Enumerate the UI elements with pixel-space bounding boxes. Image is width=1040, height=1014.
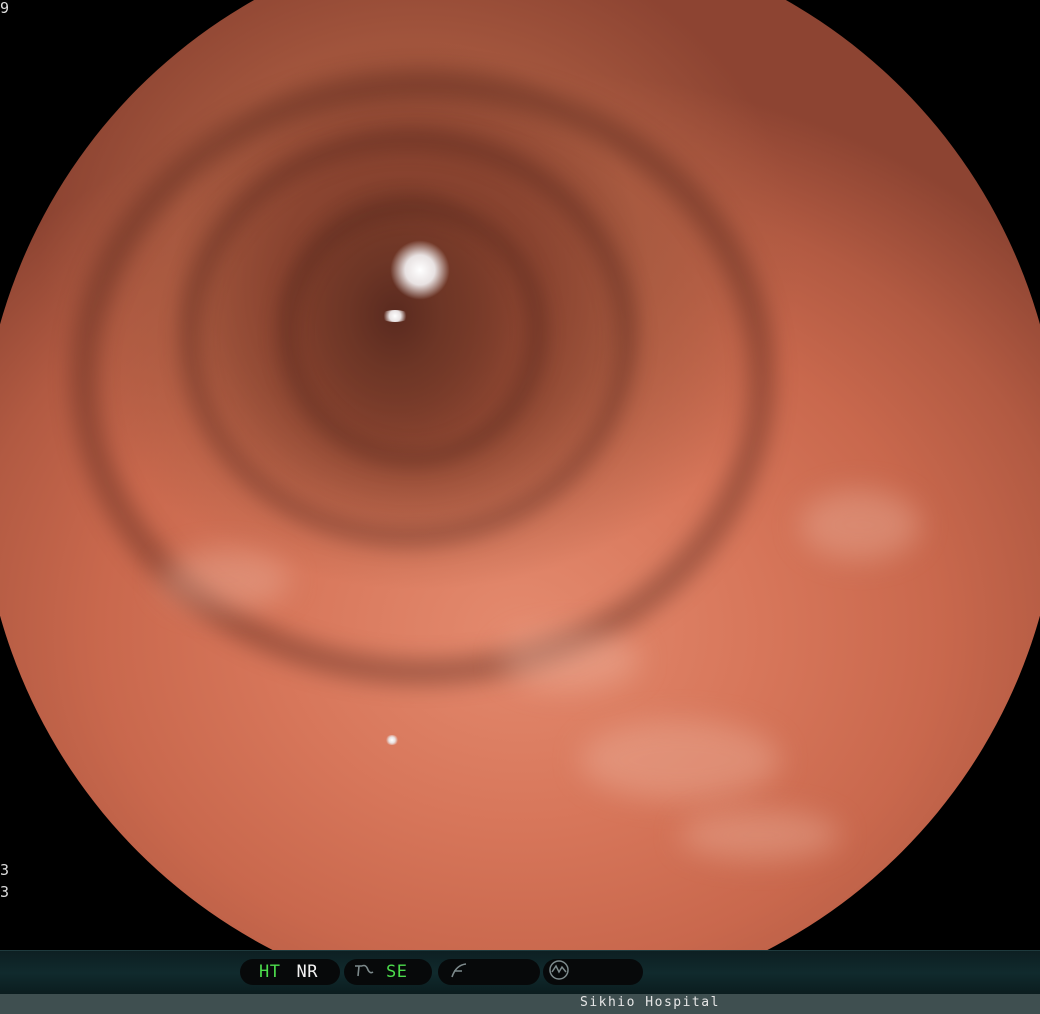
ht-nr-indicator: HT NR — [240, 959, 340, 985]
ht-label: HT — [259, 962, 281, 982]
edge-mark-lower-2: 3 — [0, 883, 10, 901]
se-label: SE — [386, 962, 408, 982]
structure-enhancement-icon — [354, 962, 374, 982]
hospital-name: Sikhio Hospital — [580, 995, 720, 1010]
mucosa-highlight — [160, 550, 290, 610]
nr-label: NR — [296, 962, 318, 982]
endoscopic-image — [0, 0, 1040, 950]
mucosal-fold — [280, 200, 544, 464]
waveform-indicator — [543, 959, 643, 985]
edge-mark-top: 9 — [0, 0, 10, 17]
info-bar: Sikhio Hospital — [0, 994, 1040, 1014]
processor-status-bar: HT NR SE — [0, 950, 1040, 995]
light-reflection — [390, 240, 450, 300]
light-reflection — [380, 310, 410, 322]
mucosa-highlight — [680, 810, 840, 860]
mucosa-highlight — [580, 720, 780, 800]
gamma-indicator — [438, 959, 540, 985]
light-reflection — [385, 735, 399, 745]
endoscope-viewport: 9 3 3 — [0, 0, 1040, 950]
mucosa-highlight — [500, 630, 640, 690]
edge-mark-lower-1: 3 — [0, 861, 10, 879]
waveform-icon — [548, 959, 570, 985]
gamma-curve-icon — [450, 961, 468, 983]
mucosa-highlight — [800, 490, 920, 560]
se-indicator: SE — [344, 959, 432, 985]
